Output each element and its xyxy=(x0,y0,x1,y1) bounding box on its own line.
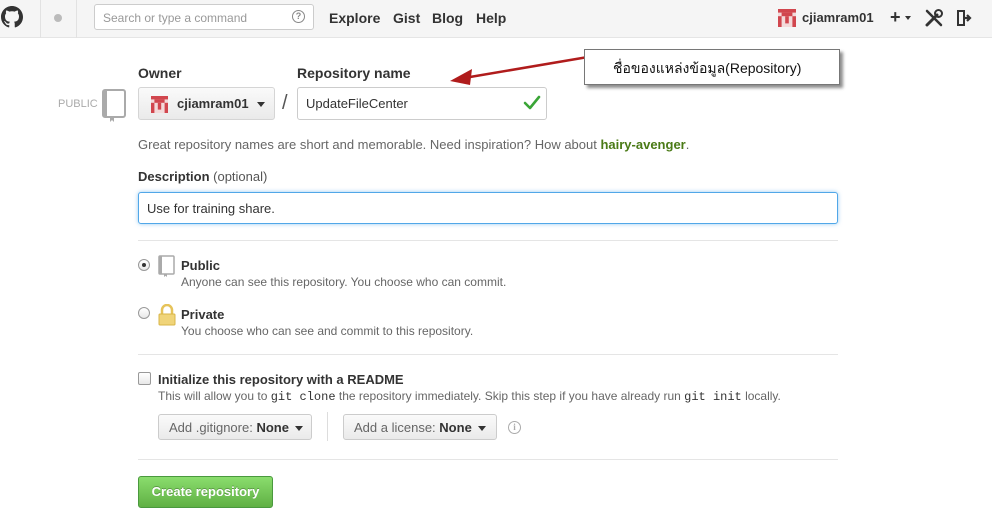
vertical-divider xyxy=(327,412,328,441)
init-readme-description: This will allow you to git clone the rep… xyxy=(158,389,781,404)
public-radio[interactable] xyxy=(138,259,150,271)
license-select[interactable]: Add a license: None xyxy=(343,414,497,440)
top-header: ? Explore Gist Blog Help cjiamram01 + xyxy=(0,0,992,38)
owner-name: cjiamram01 xyxy=(177,96,249,111)
hint-text: Great repository names are short and mem… xyxy=(138,137,601,152)
hint-suffix: . xyxy=(685,137,690,152)
owner-avatar xyxy=(151,96,168,113)
private-radio[interactable] xyxy=(138,307,150,319)
search-help-icon[interactable]: ? xyxy=(292,10,305,23)
description-input[interactable] xyxy=(138,192,838,224)
header-divider xyxy=(76,0,77,38)
callout-text: ชื่อของแหล่งข้อมูล(Repository) xyxy=(613,60,802,76)
chevron-down-icon[interactable] xyxy=(905,16,911,20)
annotation-callout: ชื่อของแหล่งข้อมูล(Repository) xyxy=(584,49,840,85)
description-optional: (optional) xyxy=(213,169,268,184)
create-repository-button[interactable]: Create repository xyxy=(138,476,273,508)
divider xyxy=(138,459,838,460)
gitignore-value: None xyxy=(256,420,289,435)
nav-explore[interactable]: Explore xyxy=(329,10,380,26)
git-init-code: git init xyxy=(684,390,742,404)
nav-help[interactable]: Help xyxy=(476,10,506,26)
owner-label: Owner xyxy=(138,65,182,81)
lock-icon xyxy=(158,304,176,326)
private-description: You choose who can see and commit to thi… xyxy=(181,324,474,338)
license-value: None xyxy=(439,420,472,435)
github-logo-icon[interactable] xyxy=(0,5,24,31)
user-avatar[interactable] xyxy=(778,9,796,27)
private-title: Private xyxy=(181,307,225,322)
init-readme-checkbox[interactable] xyxy=(138,372,151,385)
gitignore-label: Add .gitignore: xyxy=(169,420,253,435)
repo-name-hint: Great repository names are short and mem… xyxy=(138,137,689,152)
radio-selected-dot xyxy=(142,263,146,267)
settings-tools-icon[interactable] xyxy=(925,9,943,27)
notification-dot-icon[interactable] xyxy=(54,14,62,22)
info-icon[interactable]: i xyxy=(508,421,521,434)
nav-gist[interactable]: Gist xyxy=(393,10,420,26)
chevron-down-icon xyxy=(477,426,486,432)
name-suggestion-link[interactable]: hairy-avenger xyxy=(600,137,685,152)
description-label: Description (optional) xyxy=(138,169,267,184)
annotation-arrow-icon xyxy=(450,55,589,85)
repo-book-icon xyxy=(102,89,126,122)
init-text-3: locally. xyxy=(741,389,781,403)
description-label-text: Description xyxy=(138,169,210,184)
nav-blog[interactable]: Blog xyxy=(432,10,463,26)
header-username[interactable]: cjiamram01 xyxy=(802,10,874,25)
owner-repo-separator: / xyxy=(282,92,288,114)
owner-select-button[interactable]: cjiamram01 xyxy=(138,87,275,120)
init-text-2: the repository immediately. Skip this st… xyxy=(335,389,685,403)
gitignore-select[interactable]: Add .gitignore: None xyxy=(158,414,312,440)
init-text-1: This will allow you to xyxy=(158,389,271,403)
public-description: Anyone can see this repository. You choo… xyxy=(181,275,507,289)
header-divider xyxy=(40,0,41,38)
divider xyxy=(138,240,838,241)
checkmark-icon xyxy=(523,95,541,110)
search-input[interactable] xyxy=(103,10,288,26)
command-search: ? xyxy=(94,4,314,30)
public-book-icon xyxy=(158,255,175,277)
license-label: Add a license: xyxy=(354,420,436,435)
chevron-down-icon xyxy=(294,426,303,432)
init-readme-title: Initialize this repository with a README xyxy=(158,372,404,387)
public-title: Public xyxy=(181,258,221,273)
chevron-down-icon xyxy=(257,102,265,107)
public-repo-label: PUBLIC xyxy=(58,98,98,110)
sign-out-icon[interactable] xyxy=(956,9,972,27)
divider xyxy=(138,354,838,355)
git-clone-code: git clone xyxy=(270,390,336,404)
create-new-plus-icon[interactable]: + xyxy=(890,7,901,28)
repository-name-label: Repository name xyxy=(297,65,411,81)
repository-name-input[interactable] xyxy=(297,87,547,120)
